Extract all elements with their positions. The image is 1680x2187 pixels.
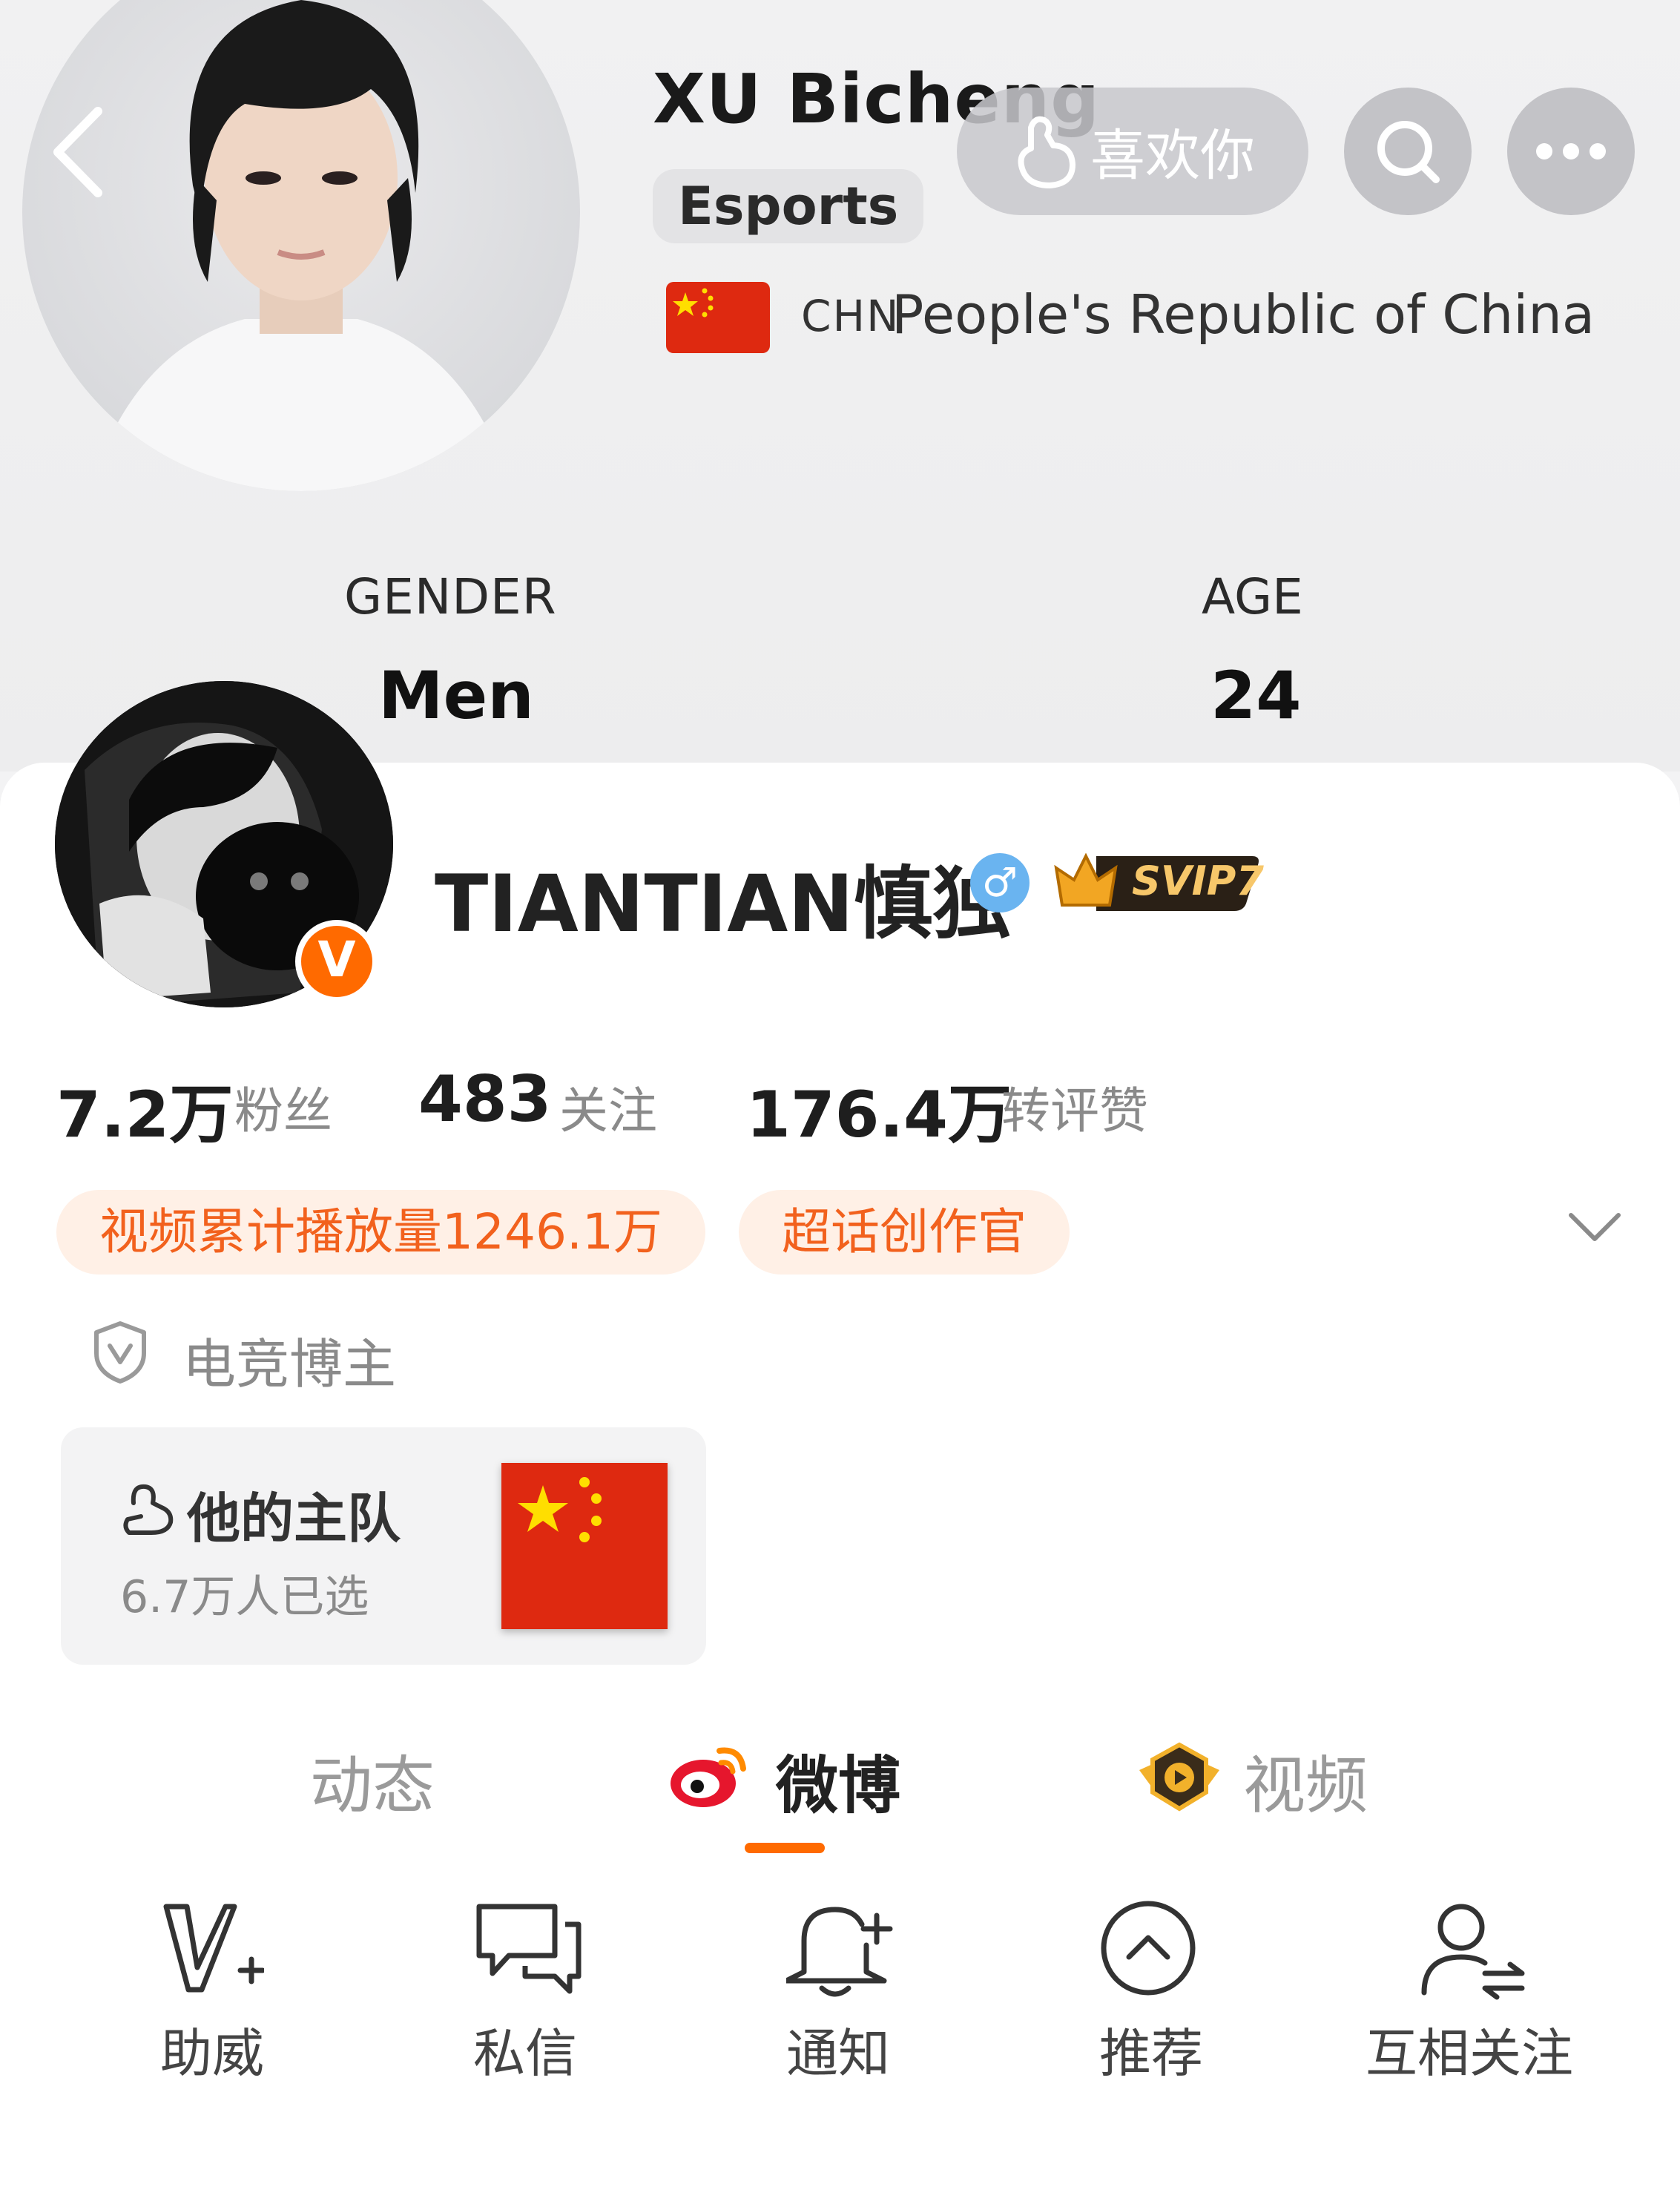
chevron-down-icon[interactable] bbox=[1567, 1209, 1623, 1246]
back-chevron-icon[interactable] bbox=[45, 104, 111, 200]
active-tab-indicator bbox=[745, 1843, 825, 1853]
message-label: 私信 bbox=[473, 2023, 577, 2084]
verified-badge-icon: V bbox=[295, 920, 378, 1003]
notify-label: 通知 bbox=[786, 2023, 890, 2084]
team-hand-icon bbox=[123, 1484, 174, 1535]
gender-value: Men bbox=[378, 657, 534, 734]
recommend-up-icon bbox=[1101, 1901, 1196, 1996]
mutual-follow-label: 互相关注 bbox=[1366, 2023, 1573, 2084]
following-count[interactable]: 483 bbox=[418, 1062, 552, 1137]
message-bubbles-icon bbox=[476, 1904, 582, 1994]
message-button[interactable]: 私信 bbox=[414, 1899, 636, 2092]
china-flag-icon bbox=[666, 282, 770, 353]
cheer-label: 助威 bbox=[160, 2023, 264, 2084]
country-code: CHN bbox=[801, 291, 900, 341]
more-dots-icon bbox=[1536, 143, 1606, 159]
reposts-count[interactable]: 176.4万 bbox=[746, 1062, 1012, 1155]
tab-dynamics-label: 动态 bbox=[310, 1749, 435, 1822]
notify-button[interactable]: 通知 bbox=[727, 1899, 949, 2092]
followers-label[interactable]: 粉丝 bbox=[234, 1071, 332, 1142]
super-topic-creator-tag[interactable]: 超话创作官 bbox=[739, 1190, 1070, 1275]
athlete-photo bbox=[22, 0, 580, 491]
tab-weibo-label: 微博 bbox=[776, 1749, 901, 1822]
video-plays-tag[interactable]: 视频累计播放量1246.1万 bbox=[56, 1190, 705, 1275]
bell-plus-icon bbox=[786, 1907, 893, 1997]
cheer-button[interactable]: 助威 bbox=[101, 1899, 323, 2092]
country-name: People's Republic of China bbox=[892, 283, 1595, 346]
male-gender-icon: ♂ bbox=[970, 853, 1030, 912]
age-label: AGE bbox=[1202, 568, 1303, 625]
followers-count[interactable]: 7.2万 bbox=[56, 1062, 233, 1155]
gender-label: GENDER bbox=[344, 568, 557, 625]
recommend-label: 推荐 bbox=[1099, 2023, 1203, 2084]
finger-heart-icon bbox=[1018, 116, 1075, 188]
search-button[interactable] bbox=[1344, 88, 1472, 215]
age-value: 24 bbox=[1210, 657, 1302, 734]
like-label: 喜欢你 bbox=[1090, 124, 1255, 188]
home-team-count: 6.7万人已选 bbox=[120, 1571, 369, 1623]
more-button[interactable] bbox=[1507, 88, 1635, 215]
mutual-follow-button[interactable]: 互相关注 bbox=[1354, 1899, 1584, 2092]
cheer-v-plus-icon bbox=[163, 1904, 264, 1993]
search-icon bbox=[1377, 121, 1440, 183]
home-team-title: 他的主队 bbox=[187, 1487, 401, 1550]
tab-dynamics[interactable]: 动态 bbox=[310, 1736, 435, 1826]
weibo-logo-icon bbox=[671, 1747, 746, 1807]
vip-level-text: SVIP7 bbox=[1132, 858, 1264, 904]
following-label[interactable]: 关注 bbox=[559, 1071, 657, 1142]
tab-video-label: 视频 bbox=[1243, 1749, 1368, 1822]
username: TIANTIAN慎独 bbox=[435, 858, 1011, 950]
mutual-follow-icon bbox=[1421, 1904, 1525, 2000]
video-play-icon bbox=[1139, 1742, 1219, 1812]
svip-badge[interactable]: SVIP7 bbox=[1052, 846, 1264, 914]
sport-tag: Esports bbox=[653, 169, 924, 243]
role-text: 电竞博主 bbox=[182, 1333, 397, 1395]
recommend-button[interactable]: 推荐 bbox=[1040, 1899, 1262, 2092]
china-flag-icon bbox=[501, 1463, 668, 1629]
reposts-label[interactable]: 转评赞 bbox=[1001, 1071, 1148, 1142]
shield-check-icon bbox=[94, 1321, 146, 1384]
